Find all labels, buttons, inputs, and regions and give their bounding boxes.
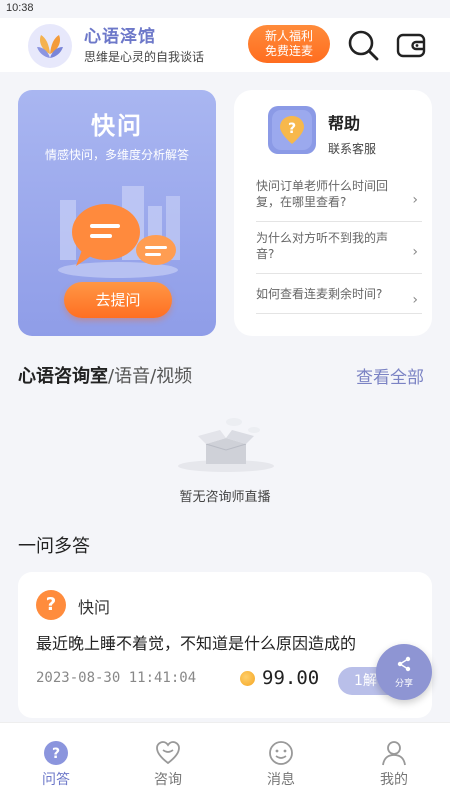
chat-bubbles-illustration-icon [48,170,188,290]
svg-text:?: ? [52,746,60,762]
consult-section-title: 心语咨询室/语音/视频 [18,362,192,388]
app-title: 心语泽馆 [84,27,156,47]
consult-title-rest: /语音/视频 [108,366,193,387]
tab-label: 消息 [267,772,295,788]
status-bar: 10:38 [0,0,450,18]
faq-question: 为什么对方听不到我的声音? [256,231,389,261]
app-logo-icon [28,24,72,68]
question-badge-icon: ? [36,590,66,620]
chevron-right-icon: › [412,291,418,308]
tab-label: 咨询 [154,772,182,788]
consult-title-main: 心语咨询室 [18,366,108,387]
faq-item[interactable]: 为什么对方听不到我的声音? › [256,230,422,274]
share-button[interactable]: 分享 [376,644,432,700]
qa-tab-icon: ? [42,739,70,767]
app-tagline: 思维是心灵的自我谈话 [84,50,205,64]
help-question-icon: ? [268,106,316,154]
promo-button[interactable]: 新人福利 免费连麦 [248,25,330,63]
qa-card[interactable]: ? 快问 最近晚上睡不着觉，不知道是什么原因造成的 2023-08-30 11:… [18,572,432,718]
share-icon [397,656,411,672]
empty-state-text: 暂无咨询师直播 [179,490,271,505]
quick-ask-subtitle: 情感快问，多维度分析解答 [44,148,189,162]
promo-line2: 免费连麦 [264,44,313,58]
share-label: 分享 [394,679,413,689]
chevron-right-icon: › [412,191,418,208]
view-all-link[interactable]: 查看全部 [356,363,424,388]
faq-item[interactable]: 快问订单老师什么时间回复，在哪里查看? › [256,178,422,222]
bottom-tab-bar: ? 问答 咨询 消息 我的 [0,722,450,800]
app-header: 心语泽馆 思维是心灵的自我谈话 新人福利 免费连麦 [0,18,450,72]
tab-qa[interactable]: ? 问答 [0,723,112,800]
search-icon[interactable] [346,28,380,62]
chevron-right-icon: › [412,243,418,260]
faq-question: 快问订单老师什么时间回复，在哪里查看? [256,179,389,209]
empty-box-icon [176,414,276,474]
person-icon [380,739,408,767]
tab-label: 问答 [42,772,70,788]
tab-label: 我的 [380,772,408,788]
help-title: 帮助 [328,114,361,133]
qa-section-title: 一问多答 [18,536,90,557]
promo-line1: 新人福利 [264,29,313,43]
ask-question-button[interactable]: 去提问 [64,282,172,318]
faq-question: 如何查看连麦剩余时间? [256,287,383,301]
quick-ask-title: 快问 [91,112,143,140]
qa-price: 99.00 [262,667,320,689]
tab-messages[interactable]: 消息 [225,723,337,800]
help-card: ? 帮助 联系客服 快问订单老师什么时间回复，在哪里查看? › 为什么对方听不到… [234,90,432,336]
svg-text:?: ? [288,121,296,137]
qa-timestamp: 2023-08-30 11:41:04 [36,670,197,686]
qa-question-text: 最近晚上睡不着觉，不知道是什么原因造成的 [36,634,357,653]
status-time: 10:38 [6,2,34,14]
coin-icon [240,671,255,686]
heart-chat-icon [154,739,182,767]
quick-ask-card[interactable]: 快问 情感快问，多维度分析解答 去提问 [18,90,216,336]
contact-support-link[interactable]: 联系客服 [328,140,376,157]
wallet-icon[interactable] [394,28,428,62]
tab-consult[interactable]: 咨询 [112,723,224,800]
tab-profile[interactable]: 我的 [338,723,450,800]
qa-type-label: 快问 [78,598,111,617]
faq-item[interactable]: 如何查看连麦剩余时间? › [256,286,422,314]
smile-message-icon [267,739,295,767]
